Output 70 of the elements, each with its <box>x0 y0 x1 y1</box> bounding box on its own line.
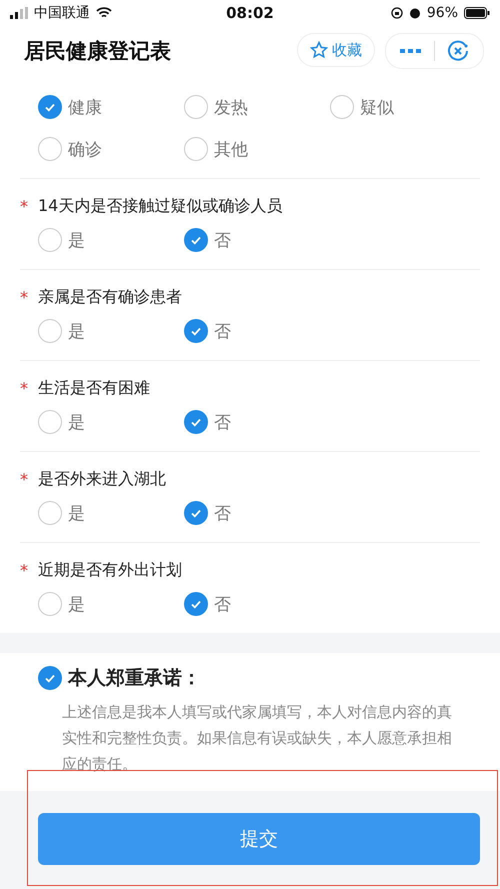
radio-option[interactable]: 是 <box>38 312 184 350</box>
radio[interactable] <box>184 137 208 161</box>
option-label: 发热 <box>214 96 248 118</box>
signal-icon <box>10 7 28 19</box>
pledge-title: 本人郑重承诺： <box>68 666 201 691</box>
radio-option[interactable]: 否 <box>184 403 330 441</box>
required-mark: * <box>20 560 28 580</box>
question-title: 亲属是否有确诊患者 <box>38 286 182 308</box>
radio[interactable] <box>38 228 62 252</box>
option-label: 否 <box>214 412 231 434</box>
clock-time: 08:02 <box>226 4 274 22</box>
radio[interactable] <box>330 95 354 119</box>
required-mark: * <box>20 470 28 488</box>
rotation-lock-icon <box>390 7 403 19</box>
radio-option[interactable]: 其他 <box>184 130 330 168</box>
option-label: 疑似 <box>360 96 394 118</box>
option-label: 确诊 <box>68 138 102 160</box>
radio-option[interactable]: 健康 <box>38 88 184 126</box>
option-label: 是 <box>68 320 85 342</box>
radio[interactable] <box>38 501 62 525</box>
required-mark: * <box>20 288 28 306</box>
option-label: 否 <box>214 320 231 342</box>
required-mark: * <box>20 378 28 398</box>
radio-option[interactable]: 是 <box>38 494 184 532</box>
option-label: 是 <box>68 502 85 524</box>
radio-option[interactable]: 确诊 <box>38 130 184 168</box>
radio-option[interactable]: 是 <box>38 403 184 441</box>
radio-option[interactable]: 否 <box>184 585 330 623</box>
battery-percent: 96% <box>426 5 458 21</box>
question-title: 生活是否有困难 <box>38 378 150 398</box>
checked-radio[interactable] <box>184 501 208 525</box>
radio-option[interactable]: 是 <box>38 221 184 259</box>
radio-option[interactable]: 否 <box>184 221 330 259</box>
radio-option[interactable]: 发热 <box>184 88 330 126</box>
favorite-button[interactable]: 收藏 <box>297 33 375 67</box>
radio-option[interactable]: 否 <box>184 494 330 532</box>
checked-radio[interactable] <box>38 95 62 119</box>
radio[interactable] <box>38 319 62 343</box>
required-mark: * <box>20 196 28 216</box>
question-title: 是否外来进入湖北 <box>38 468 166 490</box>
radio-option[interactable]: 是 <box>38 585 184 623</box>
option-label: 否 <box>214 594 231 616</box>
radio[interactable] <box>38 410 62 434</box>
more-icon <box>400 48 422 54</box>
option-label: 是 <box>68 412 85 434</box>
carrier-name: 中国联通 <box>34 4 90 22</box>
option-label: 健康 <box>68 96 102 118</box>
checked-radio[interactable] <box>184 228 208 252</box>
option-label: 其他 <box>214 138 248 160</box>
question-title: 近期是否有外出计划 <box>38 560 182 580</box>
star-icon <box>310 41 328 59</box>
radio-option[interactable]: 否 <box>184 312 330 350</box>
question-title: 14天内是否接触过疑似或确诊人员 <box>38 196 282 216</box>
radio[interactable] <box>184 95 208 119</box>
radio-option[interactable]: 疑似 <box>330 88 476 126</box>
checked-radio[interactable] <box>184 592 208 616</box>
checked-radio[interactable] <box>184 319 208 343</box>
option-label: 否 <box>214 230 231 252</box>
checked-radio[interactable] <box>184 410 208 434</box>
radio[interactable] <box>38 137 62 161</box>
option-label: 是 <box>68 594 85 616</box>
wifi-icon <box>96 7 112 19</box>
option-label: 否 <box>214 502 231 524</box>
page-title: 居民健康登记表 <box>24 38 171 65</box>
option-label: 是 <box>68 230 85 252</box>
radio[interactable] <box>38 592 62 616</box>
close-icon <box>447 40 469 62</box>
submit-button[interactable]: 提交 <box>38 813 480 865</box>
checked-radio[interactable] <box>38 666 62 690</box>
battery-icon <box>464 7 490 19</box>
